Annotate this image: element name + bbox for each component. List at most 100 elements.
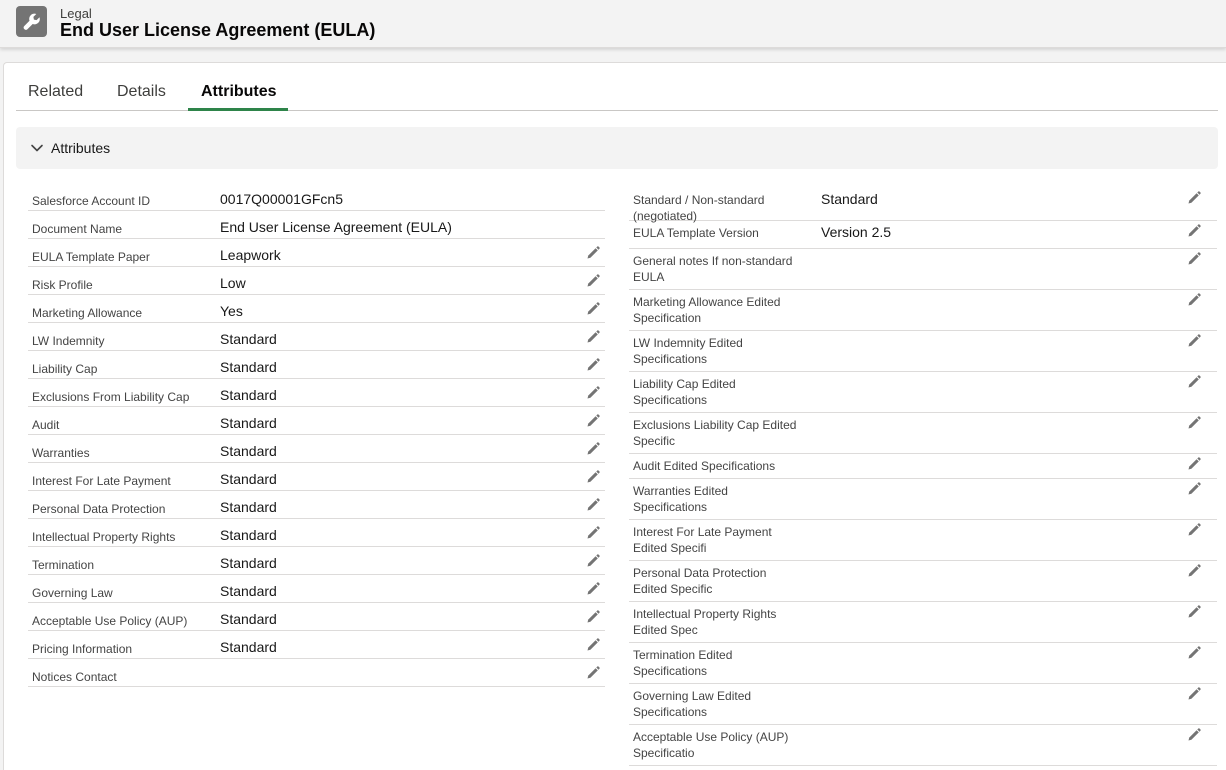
field-exclusions-liability-cap-edited-specific: Exclusions Liability Cap Edited Specific bbox=[629, 413, 1217, 454]
pencil-icon[interactable] bbox=[586, 302, 600, 316]
active-tab-indicator bbox=[188, 108, 288, 111]
field-label: Acceptable Use Policy (AUP) bbox=[32, 614, 188, 628]
attributes-section-toggle[interactable]: Attributes bbox=[16, 127, 1218, 169]
field-label: Termination bbox=[32, 558, 95, 572]
field-label: General notes If non-standard EULA bbox=[633, 254, 793, 284]
field-general-notes-if-non-standard-eula: General notes If non-standard EULA bbox=[629, 249, 1217, 290]
field-value: Standard bbox=[220, 331, 277, 347]
field-label: Interest For Late Payment Edited Specifi bbox=[633, 525, 772, 555]
field-standard-non-standard-negotiated: Standard / Non-standard (negotiated) Stan… bbox=[629, 188, 1217, 223]
field-value: 0017Q00001GFcn5 bbox=[220, 191, 343, 207]
field-value: Standard bbox=[220, 639, 277, 655]
field-interest-for-late-payment: Interest For Late Payment Standard bbox=[28, 463, 605, 491]
field-termination-edited-specifications: Termination Edited Specifications bbox=[629, 643, 1217, 684]
section-title: Attributes bbox=[51, 140, 111, 156]
field-label: Acceptable Use Policy (AUP) Specificatio bbox=[633, 730, 789, 760]
field-label: Pricing Information bbox=[32, 642, 133, 656]
pencil-icon[interactable] bbox=[1187, 523, 1201, 537]
field-label: Risk Profile bbox=[32, 278, 93, 292]
wrench-icon bbox=[16, 6, 47, 37]
pencil-icon[interactable] bbox=[1187, 191, 1201, 205]
pencil-icon[interactable] bbox=[586, 498, 600, 512]
field-value: Standard bbox=[220, 359, 277, 375]
field-value: Standard bbox=[821, 191, 878, 207]
field-value: Standard bbox=[220, 583, 277, 599]
pencil-icon[interactable] bbox=[586, 358, 600, 372]
field-liability-cap-edited-specifications: Liability Cap Edited Specifications bbox=[629, 372, 1217, 413]
field-value: Standard bbox=[220, 499, 277, 515]
pencil-icon[interactable] bbox=[586, 582, 600, 596]
pencil-icon[interactable] bbox=[1187, 224, 1201, 238]
field-value: Standard bbox=[220, 611, 277, 627]
tab-related[interactable]: Related bbox=[28, 83, 83, 101]
field-label: Notices Contact bbox=[32, 670, 117, 684]
pencil-icon[interactable] bbox=[1187, 375, 1201, 389]
field-governing-law-edited-specifications: Governing Law Edited Specifications bbox=[629, 684, 1217, 725]
pencil-icon[interactable] bbox=[1187, 252, 1201, 266]
field-risk-profile: Risk Profile Low bbox=[28, 267, 605, 295]
field-interest-for-late-payment-edited-specifi: Interest For Late Payment Edited Specifi bbox=[629, 520, 1217, 561]
pencil-icon[interactable] bbox=[586, 330, 600, 344]
field-label: Liability Cap Edited Specifications bbox=[633, 377, 736, 407]
pencil-icon[interactable] bbox=[1187, 728, 1201, 742]
pencil-icon[interactable] bbox=[586, 246, 600, 260]
field-label: Audit bbox=[32, 418, 60, 432]
pencil-icon[interactable] bbox=[1187, 457, 1201, 471]
field-notices-contact: Notices Contact bbox=[28, 659, 605, 687]
field-lw-indemnity: LW Indemnity Standard bbox=[28, 323, 605, 351]
field-label: LW Indemnity Edited Specifications bbox=[633, 336, 743, 366]
field-salesforce-account-id: Salesforce Account ID 0017Q00001GFcn5 bbox=[28, 183, 605, 211]
pencil-icon[interactable] bbox=[586, 442, 600, 456]
field-label: Intellectual Property Rights bbox=[32, 530, 176, 544]
field-warranties: Warranties Standard bbox=[28, 435, 605, 463]
object-type-label: Legal bbox=[60, 6, 92, 21]
field-label: Personal Data Protection Edited Specific bbox=[633, 566, 767, 596]
pencil-icon[interactable] bbox=[1187, 605, 1201, 619]
field-value: Standard bbox=[220, 555, 277, 571]
field-warranties-edited-specifications: Warranties Edited Specifications bbox=[629, 479, 1217, 520]
chevron-down-icon bbox=[30, 141, 44, 160]
pencil-icon[interactable] bbox=[586, 526, 600, 540]
pencil-icon[interactable] bbox=[1187, 416, 1201, 430]
page-title: End User License Agreement (EULA) bbox=[60, 20, 376, 40]
field-label: Exclusions From Liability Cap bbox=[32, 390, 190, 404]
field-eula-template-version: EULA Template Version Version 2.5 bbox=[629, 221, 1217, 249]
field-acceptable-use-policy-aup-specificatio: Acceptable Use Policy (AUP) Specificatio bbox=[629, 725, 1217, 766]
field-eula-template-paper: EULA Template Paper Leapwork bbox=[28, 239, 605, 267]
field-termination: Termination Standard bbox=[28, 547, 605, 575]
field-lw-indemnity-edited-specifications: LW Indemnity Edited Specifications bbox=[629, 331, 1217, 372]
pencil-icon[interactable] bbox=[1187, 646, 1201, 660]
pencil-icon[interactable] bbox=[586, 666, 600, 680]
pencil-icon[interactable] bbox=[586, 638, 600, 652]
field-pricing-information: Pricing Information Standard bbox=[28, 631, 605, 659]
field-governing-law: Governing Law Standard bbox=[28, 575, 605, 603]
pencil-icon[interactable] bbox=[1187, 564, 1201, 578]
pencil-icon[interactable] bbox=[586, 386, 600, 400]
field-personal-data-protection-edited-specific: Personal Data Protection Edited Specific bbox=[629, 561, 1217, 602]
pencil-icon[interactable] bbox=[1187, 482, 1201, 496]
field-label: Standard / Non-standard (negotiated) bbox=[633, 193, 765, 223]
field-label: Personal Data Protection bbox=[32, 502, 166, 516]
pencil-icon[interactable] bbox=[1187, 293, 1201, 307]
field-label: Salesforce Account ID bbox=[32, 194, 151, 208]
field-liability-cap: Liability Cap Standard bbox=[28, 351, 605, 379]
tab-details[interactable]: Details bbox=[117, 83, 166, 101]
field-audit-edited-specifications: Audit Edited Specifications bbox=[629, 454, 1217, 479]
field-value: Standard bbox=[220, 527, 277, 543]
pencil-icon[interactable] bbox=[586, 274, 600, 288]
pencil-icon[interactable] bbox=[586, 610, 600, 624]
tab-attributes[interactable]: Attributes bbox=[201, 83, 277, 101]
field-label: Warranties Edited Specifications bbox=[633, 484, 728, 514]
pencil-icon[interactable] bbox=[1187, 334, 1201, 348]
field-personal-data-protection: Personal Data Protection Standard bbox=[28, 491, 605, 519]
record-card: Related Details Attributes Attributes Sa… bbox=[3, 62, 1226, 770]
field-value: Low bbox=[220, 275, 246, 291]
field-label: Governing Law bbox=[32, 586, 113, 600]
field-label: EULA Template Paper bbox=[32, 250, 150, 264]
pencil-icon[interactable] bbox=[586, 554, 600, 568]
field-label: Liability Cap bbox=[32, 362, 98, 376]
pencil-icon[interactable] bbox=[586, 414, 600, 428]
pencil-icon[interactable] bbox=[586, 470, 600, 484]
field-label: EULA Template Version bbox=[633, 226, 759, 240]
pencil-icon[interactable] bbox=[1187, 687, 1201, 701]
